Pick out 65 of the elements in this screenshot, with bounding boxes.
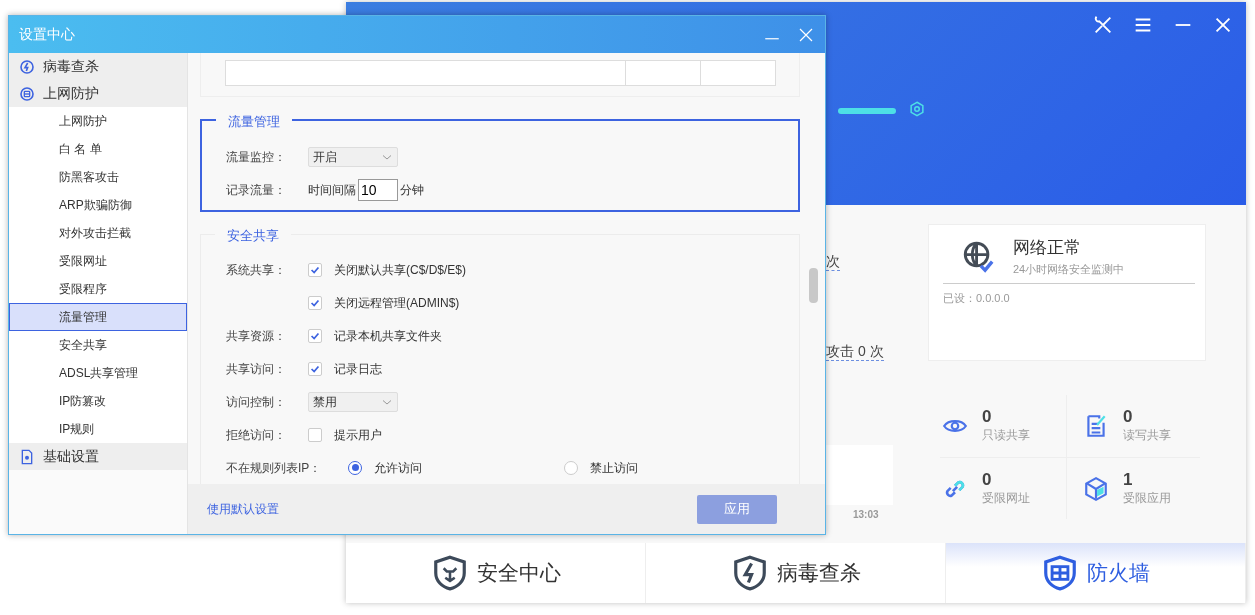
- field-label: 记录流量：: [226, 181, 287, 199]
- dropdown[interactable]: 禁用: [308, 391, 398, 412]
- status-title: 网络正常: [1013, 237, 1082, 259]
- checkbox-label: 记录日志: [334, 360, 382, 378]
- sidebar-group[interactable]: 病毒查杀: [9, 53, 187, 80]
- shield-icon: [1041, 553, 1079, 593]
- nav-tab[interactable]: 防火墙: [946, 543, 1246, 603]
- field-label: 流量监控：: [226, 148, 287, 166]
- radio-label: 允许访问: [374, 459, 423, 477]
- field-suffix: 分钟: [400, 181, 424, 199]
- field-label: 拒绝访问：: [226, 426, 287, 444]
- stat-value: 0: [1123, 408, 1134, 426]
- checkbox[interactable]: [308, 328, 322, 343]
- gear-icon: [908, 100, 926, 118]
- checkbox[interactable]: [308, 295, 322, 310]
- globe-icon: [961, 239, 995, 273]
- field-label: 共享资源：: [226, 327, 287, 345]
- default-settings-link[interactable]: 使用默认设置: [207, 500, 279, 518]
- radio-label: 禁止访问: [590, 459, 639, 477]
- sidebar-item[interactable]: 受限程序: [9, 275, 187, 303]
- field-label: 共享访问：: [226, 360, 287, 378]
- checkbox[interactable]: [308, 262, 322, 277]
- stat-value: 1: [1123, 470, 1134, 489]
- checkbox-label: 记录本机共享文件夹: [334, 327, 442, 345]
- stat-value: 0: [982, 408, 993, 426]
- network-icon: [19, 85, 35, 102]
- field-label: 系统共享：: [226, 261, 287, 279]
- sidebar-item[interactable]: 白 名 单: [9, 135, 187, 163]
- window-title: 设置中心: [19, 25, 75, 44]
- sidebar-item[interactable]: IP规则: [9, 415, 187, 443]
- sidebar-item[interactable]: 对外攻击拦截: [9, 219, 187, 247]
- interval-field[interactable]: 10: [358, 178, 398, 201]
- stat-label: 受限网址: [982, 489, 1030, 507]
- field-label: 访问控制：: [226, 393, 287, 411]
- sidebar-item[interactable]: IP防篡改: [9, 387, 187, 415]
- sidebar-group[interactable]: 基础设置: [9, 443, 187, 470]
- field-label: 不在规则列表IP：: [226, 459, 323, 477]
- sidebar-item[interactable]: 受限网址: [9, 247, 187, 275]
- sidebar-item[interactable]: 上网防护: [9, 107, 187, 135]
- sidebar-item[interactable]: ARP欺骗防御: [9, 191, 187, 219]
- checkbox[interactable]: [308, 427, 322, 442]
- cube-icon: [1083, 475, 1109, 502]
- header-line: [838, 108, 896, 114]
- checkbox-label: 关闭远程管理(ADMIN$): [334, 294, 460, 312]
- field-prefix: 时间间隔: [308, 181, 356, 199]
- stat-label: 读写共享: [1123, 427, 1171, 444]
- sidebar-item[interactable]: 防黑客攻击: [9, 163, 187, 191]
- stat-value: 0: [982, 470, 993, 489]
- checkbox[interactable]: [308, 361, 322, 376]
- sidebar-group[interactable]: 上网防护: [9, 80, 187, 107]
- stat-label: 只读共享: [982, 427, 1030, 444]
- settings-icon: [19, 448, 35, 465]
- checkbox-label: 关闭默认共享(C$/D$/E$): [334, 261, 467, 279]
- checkbox-label: 提示用户: [334, 426, 382, 444]
- dropdown[interactable]: 开启: [308, 146, 398, 167]
- setting-text: 已设：0.0.0.0: [943, 291, 1011, 306]
- sidebar-item[interactable]: ADSL共享管理: [9, 359, 187, 387]
- status-subtitle: 24小时网络安全监测中: [1013, 261, 1125, 277]
- sidebar-item[interactable]: 流量管理: [9, 303, 187, 331]
- radio-button[interactable]: [348, 460, 362, 475]
- lightning-icon: [19, 58, 35, 75]
- sidebar-item[interactable]: 安全共享: [9, 331, 187, 359]
- time-label: 13:03: [853, 508, 879, 522]
- scrollbar-thumb[interactable]: [809, 268, 818, 303]
- stat-label: 受限应用: [1123, 489, 1171, 507]
